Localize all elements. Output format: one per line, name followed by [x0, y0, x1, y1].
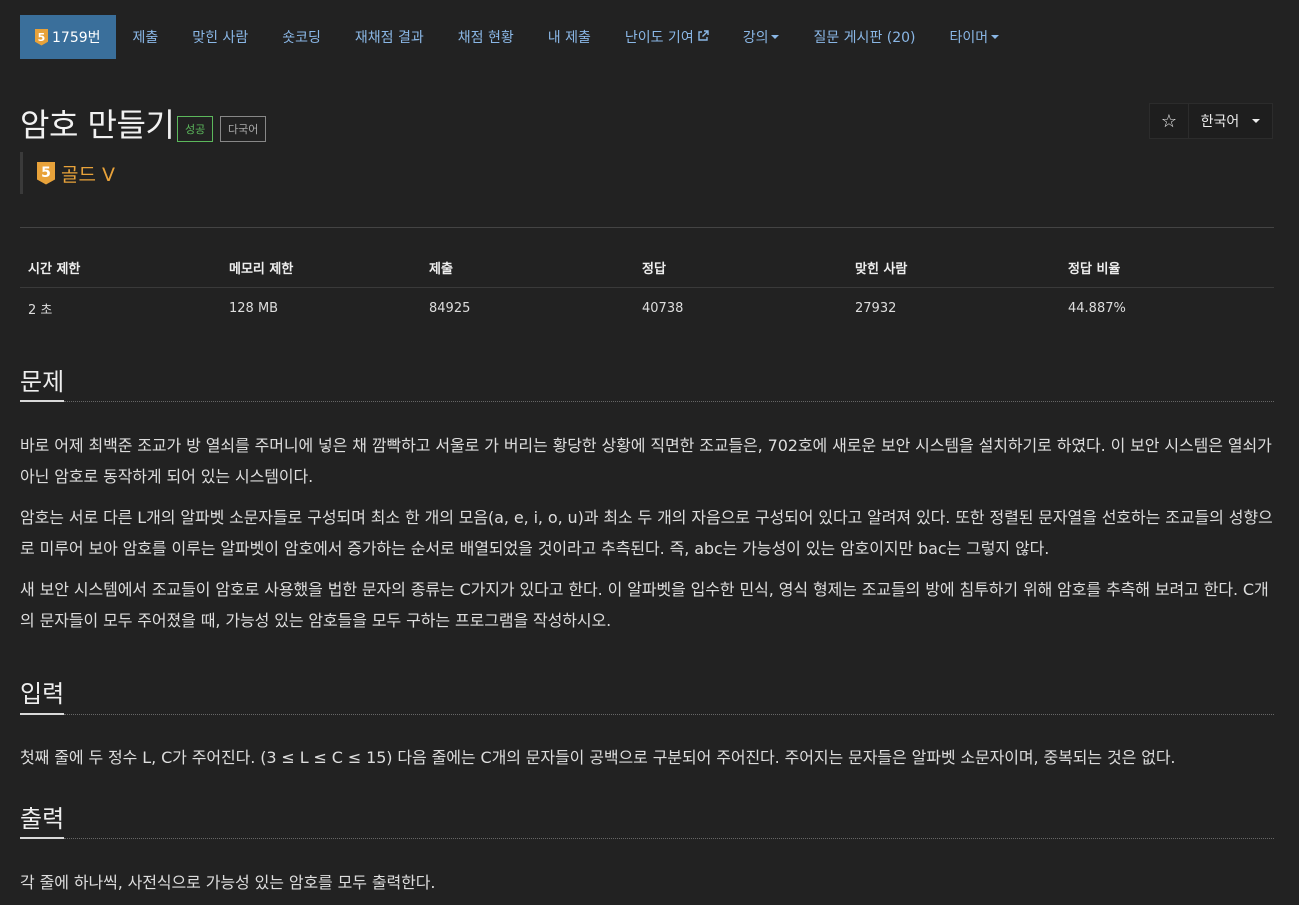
output-description: 각 줄에 하나씩, 사전식으로 가능성 있는 암호를 모두 출력한다. [20, 867, 1274, 898]
caret-down-icon [1252, 119, 1261, 123]
section-rule [64, 714, 1274, 715]
nav-difficulty-contrib[interactable]: 난이도 기여 [608, 15, 726, 59]
star-icon: ☆ [1160, 110, 1178, 132]
time-limit-value: 2 초 [28, 302, 53, 318]
section-rule [64, 838, 1274, 839]
problem-description: 바로 어제 최백준 조교가 방 열쇠를 주머니에 넣은 채 깜빡하고 서울로 가… [20, 430, 1274, 636]
favorite-star-button[interactable]: ☆ [1149, 103, 1189, 139]
title-controls: ☆ 한국어 [1149, 103, 1273, 139]
nav-short-coding[interactable]: 숏코딩 [265, 15, 338, 59]
tier-name: 골드 V [61, 163, 115, 186]
nav-rejudge-results[interactable]: 재채점 결과 [338, 15, 441, 59]
input-paragraph: 첫째 줄에 두 정수 L, C가 주어진다. (3 ≤ L ≤ C ≤ 15) … [20, 748, 1176, 767]
nav-solved-users[interactable]: 맞힌 사람 [175, 15, 265, 59]
nav-judge-status[interactable]: 채점 현황 [441, 15, 531, 59]
accepted-value: 40738 [642, 300, 684, 316]
output-section-title: 출력 [20, 805, 65, 833]
problem-title: 암호 만들기 [20, 106, 175, 144]
header-time-limit: 시간 제한 [28, 261, 81, 277]
header-accepted: 정답 [642, 261, 666, 277]
nav-short-coding-label: 숏코딩 [282, 30, 321, 46]
nav-solved-users-label: 맞힌 사람 [192, 30, 249, 46]
language-select[interactable]: 한국어 [1189, 103, 1273, 139]
nav-timer-dropdown[interactable]: 타이머 [933, 15, 1017, 59]
submissions-value: 84925 [429, 300, 471, 316]
nav-lectures-label: 강의 [742, 30, 769, 46]
nav-my-submissions-label: 내 제출 [547, 30, 591, 46]
accept-ratio-value: 44.887% [1068, 300, 1126, 316]
caret-down-icon [771, 35, 780, 39]
multilingual-label: 다국어 [220, 116, 267, 142]
section-underline [20, 713, 64, 715]
nav-problem-number[interactable]: 5 1759번 [20, 15, 116, 59]
language-select-label: 한국어 [1200, 114, 1240, 130]
nav-qna-board-label: 질문 게시판 (20) [813, 30, 916, 46]
solved-users-value: 27932 [855, 300, 897, 316]
nav-timer-label: 타이머 [949, 30, 989, 46]
nav-problem-number-label: 1759번 [52, 30, 101, 46]
header-solved-users: 맞힌 사람 [855, 261, 908, 277]
problem-paragraph: 새 보안 시스템에서 조교들이 암호로 사용했을 법한 문자의 종류는 C가지가… [20, 580, 1269, 630]
problem-info-table: 시간 제한 메모리 제한 제출 정답 맞힌 사람 정답 비율 2 초 128 M… [20, 247, 1274, 328]
nav-submit[interactable]: 제출 [116, 15, 176, 59]
caret-down-icon [991, 35, 1000, 39]
nav-difficulty-contrib-label: 난이도 기여 [624, 30, 694, 46]
problem-paragraph: 암호는 서로 다른 L개의 알파벳 소문자들로 구성되며 최소 한 개의 모음(… [20, 508, 1273, 558]
nav-judge-status-label: 채점 현황 [457, 30, 514, 46]
gold-tier-icon: 5 [37, 161, 55, 185]
nav-qna-board[interactable]: 질문 게시판 (20) [796, 15, 932, 59]
divider [20, 227, 1274, 228]
problem-tier: 5 골드 V [20, 152, 115, 194]
section-underline [20, 400, 64, 402]
problem-menu: 5 1759번 제출 맞힌 사람 숏코딩 재채점 결과 채점 현황 내 제출 난… [20, 15, 1016, 59]
nav-submit-label: 제출 [132, 30, 159, 46]
header-memory-limit: 메모리 제한 [229, 261, 294, 277]
header-accept-ratio: 정답 비율 [1068, 261, 1121, 277]
table-row: 2 초 128 MB 84925 40738 27932 44.887% [20, 288, 1274, 328]
nav-lectures-dropdown[interactable]: 강의 [726, 15, 797, 59]
problem-section-title: 문제 [20, 368, 65, 396]
page: 5 1759번 제출 맞힌 사람 숏코딩 재채점 결과 채점 현황 내 제출 난… [0, 0, 1299, 905]
memory-limit-value: 128 MB [229, 300, 279, 316]
input-description: 첫째 줄에 두 정수 L, C가 주어진다. (3 ≤ L ≤ C ≤ 15) … [20, 742, 1274, 773]
problem-paragraph: 바로 어제 최백준 조교가 방 열쇠를 주머니에 넣은 채 깜빡하고 서울로 가… [20, 436, 1272, 486]
success-label: 성공 [177, 116, 214, 142]
section-rule [64, 401, 1274, 402]
nav-rejudge-results-label: 재채점 결과 [354, 30, 424, 46]
external-link-icon [697, 29, 709, 45]
section-underline [20, 837, 64, 839]
header-submissions: 제출 [429, 261, 453, 277]
nav-my-submissions[interactable]: 내 제출 [531, 15, 608, 59]
output-paragraph: 각 줄에 하나씩, 사전식으로 가능성 있는 암호를 모두 출력한다. [20, 873, 436, 892]
gold-tier-icon: 5 [35, 28, 48, 46]
table-header-row: 시간 제한 메모리 제한 제출 정답 맞힌 사람 정답 비율 [20, 247, 1274, 288]
input-section-title: 입력 [20, 680, 65, 708]
